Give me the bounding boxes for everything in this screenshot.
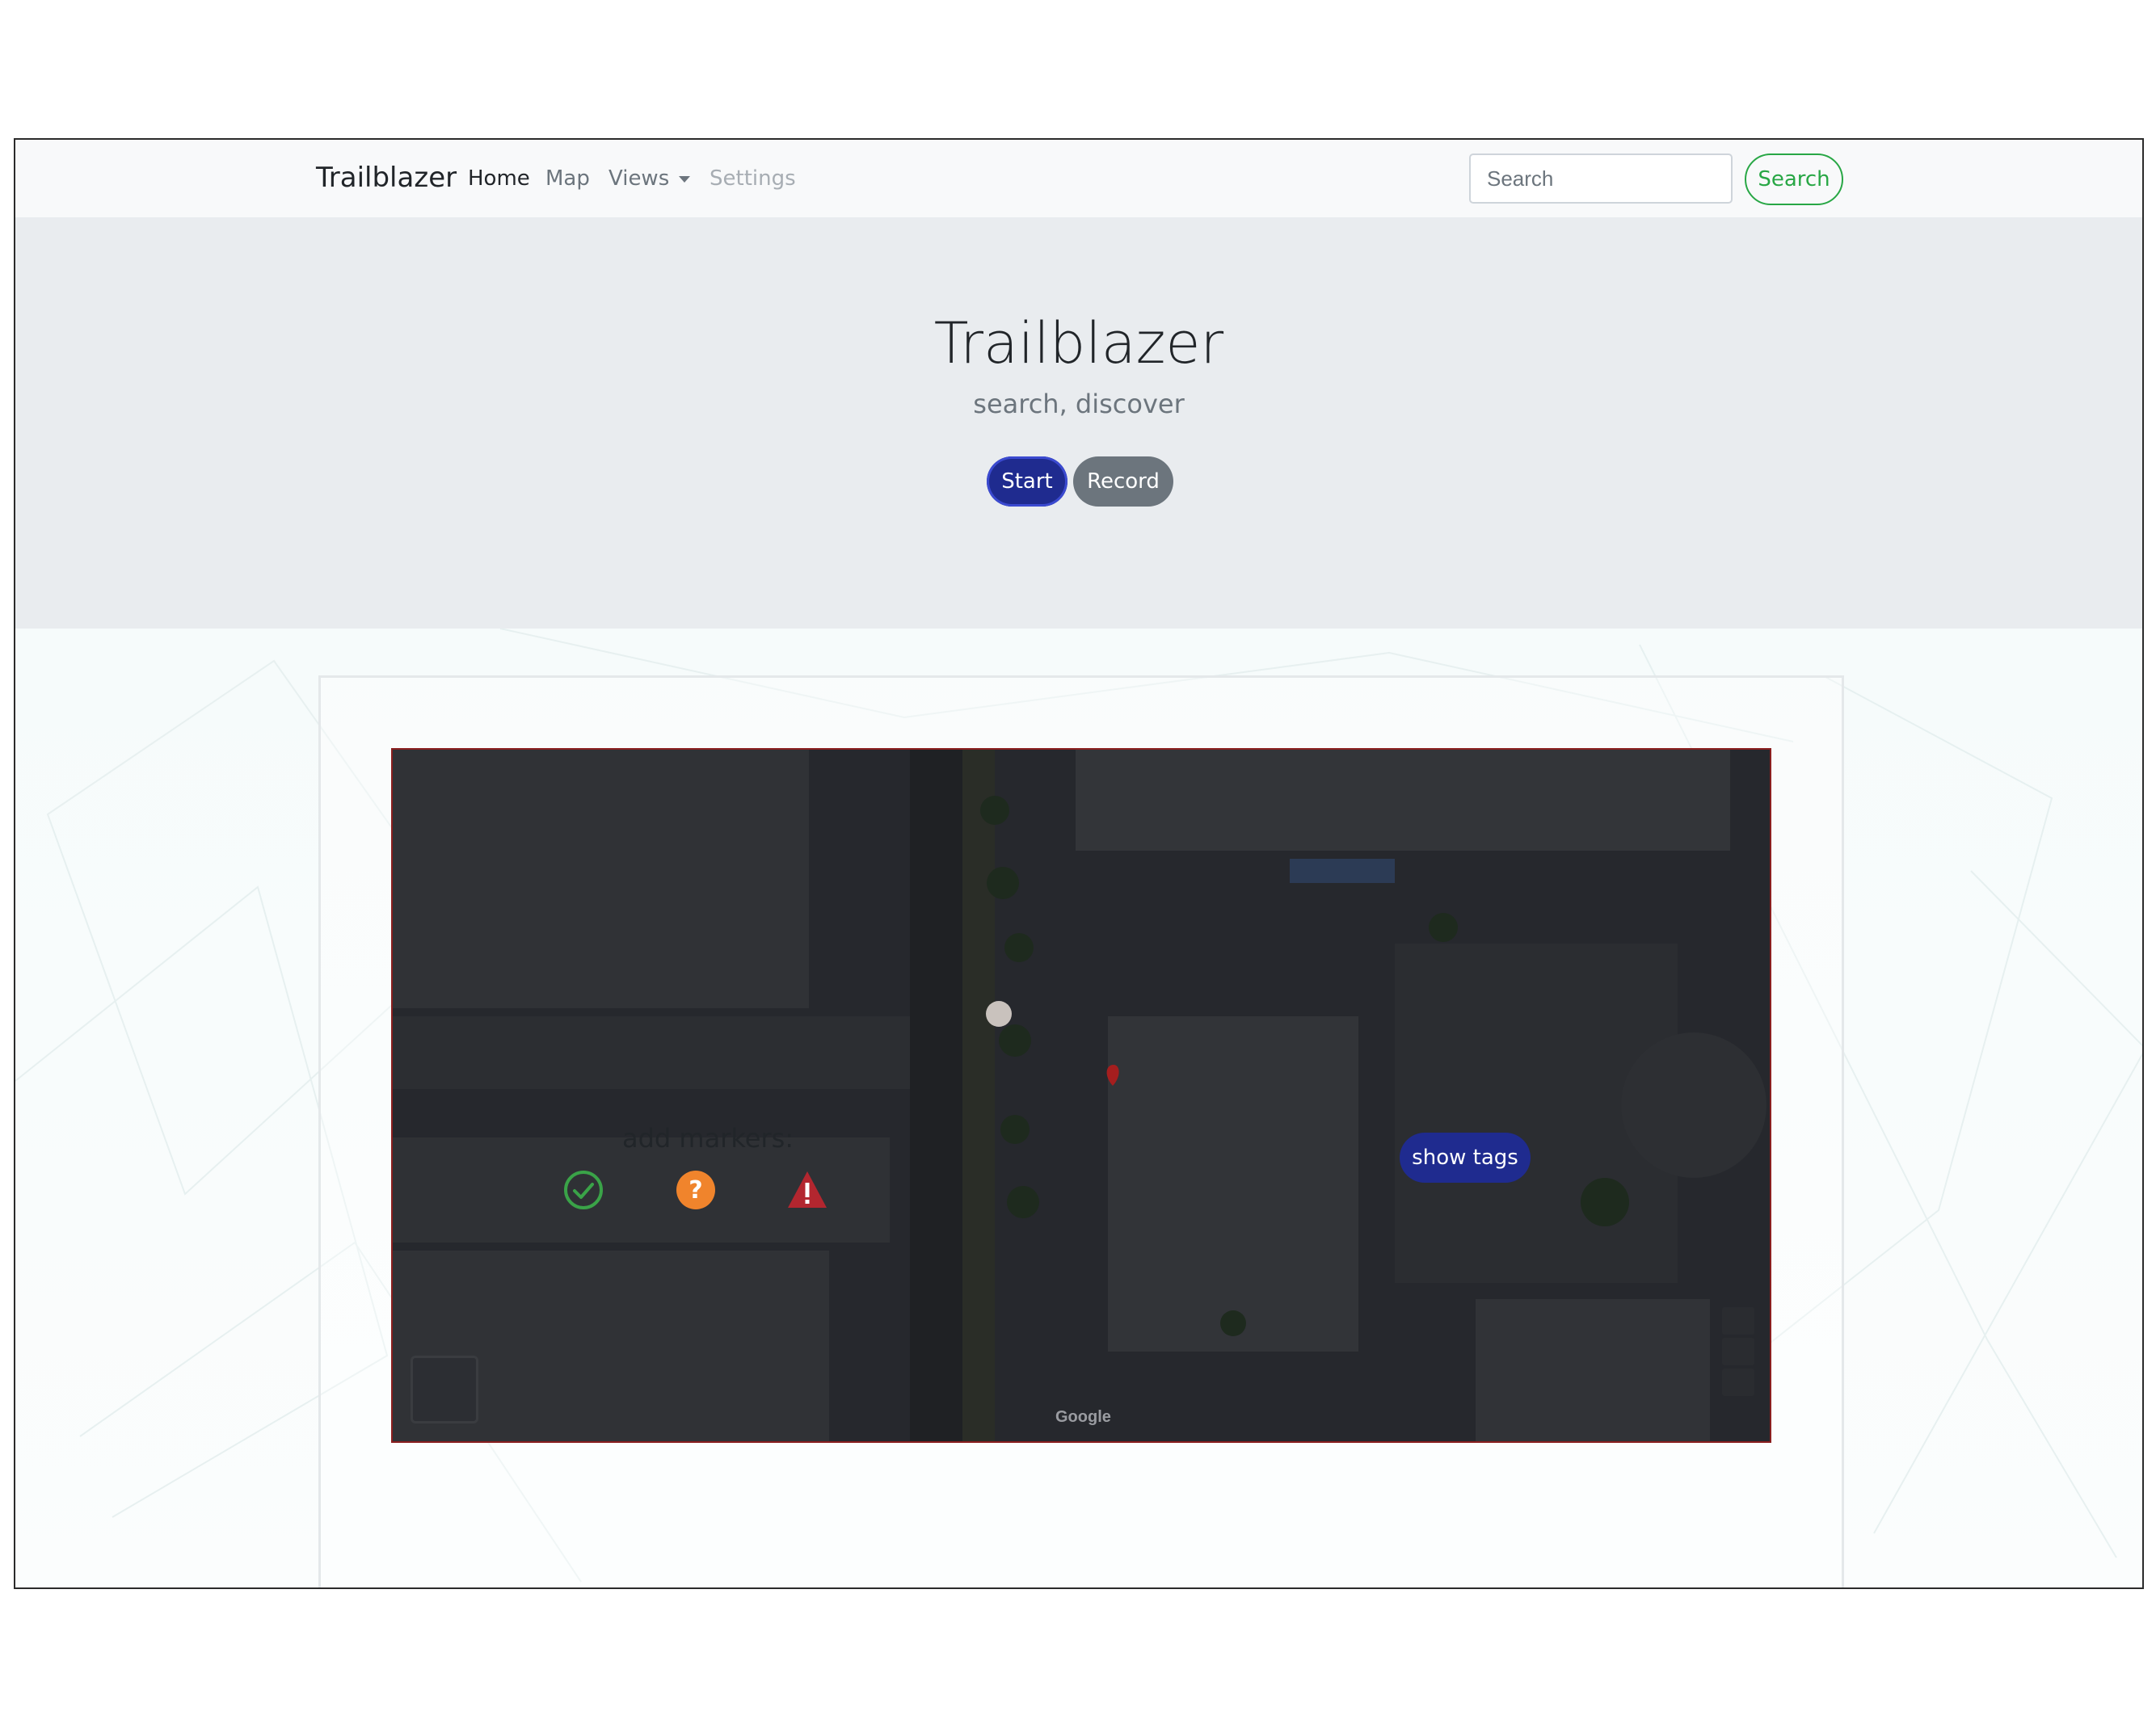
nav-views-dropdown[interactable]: Views — [608, 166, 691, 191]
add-markers-label: add markers: — [622, 1123, 794, 1154]
page-subtitle: search, discover — [973, 389, 1185, 419]
svg-text:?: ? — [688, 1176, 702, 1205]
google-logo: Google — [1055, 1408, 1111, 1426]
satellite-map[interactable]: Google — [391, 748, 1771, 1443]
map-imagery — [393, 750, 1770, 1441]
zoom-out-icon[interactable] — [1722, 1338, 1754, 1365]
street-view-icon[interactable] — [1722, 1369, 1754, 1396]
warning-triangle-icon[interactable] — [786, 1169, 828, 1211]
nav-settings: Settings — [710, 166, 796, 191]
navbar-brand[interactable]: Trailblazer — [316, 162, 457, 194]
jumbotron: Trailblazer search, discover Start Recor… — [15, 217, 2142, 629]
nav-home[interactable]: Home — [468, 166, 530, 191]
record-button[interactable]: Record — [1073, 456, 1173, 507]
nav-views-label: Views — [608, 166, 670, 191]
content-area: Google — [15, 629, 2142, 1587]
nav-map[interactable]: Map — [545, 166, 590, 191]
browser-window: Trailblazer Home Map Views Settings Sear… — [14, 138, 2144, 1589]
page-title: Trailblazer — [933, 310, 1224, 376]
zoom-in-icon[interactable] — [1722, 1307, 1754, 1335]
navbar: Trailblazer Home Map Views Settings Sear… — [15, 140, 2142, 217]
start-button[interactable]: Start — [987, 456, 1067, 507]
map-type-toggle[interactable] — [411, 1356, 478, 1423]
question-circle-icon[interactable]: ? — [675, 1169, 717, 1211]
search-button[interactable]: Search — [1745, 153, 1843, 205]
show-tags-button[interactable]: show tags — [1400, 1133, 1531, 1183]
search-input[interactable] — [1469, 153, 1733, 204]
caret-down-icon — [679, 175, 691, 183]
check-circle-icon[interactable] — [562, 1169, 604, 1211]
